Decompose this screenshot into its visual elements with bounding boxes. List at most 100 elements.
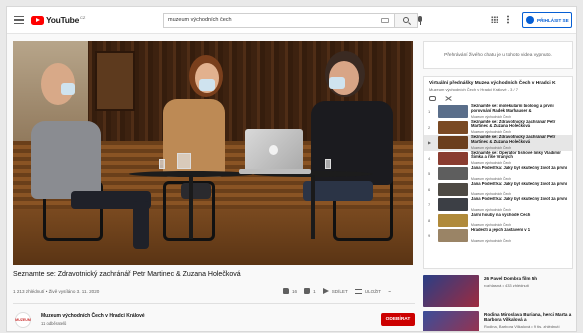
playlist-item-thumbnail (438, 198, 468, 211)
search-button[interactable] (395, 13, 418, 28)
playlist-item[interactable]: 6 Jana Podešťka: Jaký byl skutečný život … (424, 182, 572, 198)
video-mask-left (61, 83, 75, 95)
share-label: SDÍLET (331, 288, 348, 294)
youtube-logo[interactable]: YouTube CZ (31, 15, 85, 25)
browser-frame: YouTube CZ muzeum východních čech PŘIHLÁ… (6, 6, 577, 332)
playlist-item-channel: Muzeum východních Čech (471, 207, 511, 212)
apps-grid-icon[interactable] (491, 16, 498, 23)
playlist-item-thumbnail (438, 167, 468, 180)
playlist-item-thumbnail (438, 151, 468, 165)
playlist-item-thumbnail (438, 229, 468, 242)
more-actions-button[interactable]: ... (388, 288, 391, 294)
microphone-icon[interactable] (418, 16, 422, 25)
video-title: Seznamte se: Zdravotnický zachránář Petr… (13, 271, 241, 278)
playlist-item-channel: Muzeum východních Čech (471, 223, 511, 227)
playlist-add-icon (354, 288, 362, 294)
recommended-meta: Rodina, Barbora Vilkalová • 9 tis. zhléd… (484, 324, 560, 329)
playlist-item[interactable]: 7 Jana Podešťka: Jaký byl skutečný život … (424, 197, 572, 213)
recommended-video[interactable]: Rodina Miroslava Buriana, herci Marta a … (423, 311, 573, 331)
save-button[interactable]: ULOŽIT (354, 288, 382, 294)
divider (13, 303, 415, 304)
like-count: 16 (292, 288, 298, 294)
playlist-item-title: Jana Podešťka: Jaký byl skutečný život z… (471, 181, 568, 186)
playlist-item[interactable]: 5 Jana Podešťka: Jaký byl skutečný život … (424, 166, 572, 182)
dislike-count: 1 (313, 288, 316, 294)
playlist-item-title: Jana Podešťka: Jaký byl skutečný život z… (471, 166, 568, 170)
logo-country: CZ (80, 15, 86, 20)
keyboard-icon[interactable] (381, 18, 389, 23)
playlist-title[interactable]: Virtuální přednášky Muzea východních Čec… (429, 81, 567, 86)
playlist-item-thumbnail (438, 120, 468, 134)
live-chat-disabled-box: Přehrávání živého chatu je u tohoto vide… (423, 41, 573, 69)
youtube-play-icon (31, 15, 44, 25)
video-person-middle-torso (163, 99, 225, 177)
playlist-item-thumbnail (438, 182, 468, 196)
playlist-item-channel: Muzeum východních Čech (471, 161, 511, 165)
video-meta: 1 213 zhlédnutí • Živě vysíláno 3. 11. 2… (13, 289, 100, 294)
playlist-item-title: Seznamte se: molekulární bioloog a první… (471, 104, 554, 113)
channel-avatar-text: MUZEUM (15, 318, 31, 322)
subscribe-button[interactable]: ODEBÍRAT (381, 313, 415, 326)
video-background-panel (95, 51, 135, 111)
playlist-subtitle: Muzeum východních Čech v Hradci Králové … (429, 87, 518, 92)
playlist-item-title: Seznamte se: Zdravotnický zachránář Petr… (471, 119, 556, 129)
playlist-item-index: 5 (428, 171, 431, 176)
share-icon (322, 288, 329, 294)
save-label: ULOŽIT (364, 288, 382, 294)
shuffle-icon[interactable] (445, 96, 452, 101)
playlist-panel: Virtuální přednášky Muzea východních Čec… (423, 76, 573, 269)
video-player[interactable] (13, 41, 413, 265)
video-person-left-torso (31, 121, 101, 199)
playlist-item[interactable]: 4 Seznamte se: Operátor tísňové linky Vla… (424, 151, 572, 167)
playlist-item-channel: Muzeum východních Čech (471, 176, 511, 181)
video-table-right-leg (311, 175, 315, 239)
sign-in-button[interactable]: PŘIHLÁSIT SE (522, 12, 572, 28)
playlist-controls (424, 94, 572, 104)
recommended-title: 26 Pavel Dombra film 5h (484, 276, 538, 281)
playlist-item-title: Seznamte se: Operátor tísňové linky Vlad… (471, 150, 561, 160)
more-horizontal-icon: ... (388, 288, 391, 294)
playlist-item-index: 9 (428, 233, 431, 238)
like-button[interactable]: 16 (283, 288, 297, 294)
playlist-item-channel: Muzeum východních Čech (471, 192, 511, 196)
playlist-item[interactable]: 8 Jarní houby na východě Čech Muzeum výcho… (424, 213, 572, 229)
playlist-item-channel: Muzeum východních Čech (471, 114, 511, 119)
share-button[interactable]: SDÍLET (322, 288, 348, 294)
dislike-button[interactable]: 1 (304, 288, 316, 294)
playlist-item[interactable]: 1 Seznamte se: molekulární bioloog a prvn… (424, 104, 572, 120)
loop-icon[interactable] (429, 96, 436, 101)
video-table-left-leg (189, 175, 193, 239)
menu-icon[interactable] (14, 16, 24, 25)
playlist-item[interactable]: ▶ Seznamte se: Zdravotnický zachránář Pet… (424, 135, 572, 151)
account-icon (526, 16, 534, 24)
playlist-item-thumbnail (438, 105, 468, 118)
thumb-down-icon (304, 288, 311, 294)
playlist-item-channel: Muzeum východních Čech (471, 130, 511, 134)
playlist-item-index: 8 (428, 217, 431, 223)
thumb-up-icon (283, 288, 289, 294)
search-input[interactable]: muzeum východních čech (163, 13, 395, 28)
channel-avatar[interactable]: MUZEUM (15, 312, 31, 328)
video-mask-middle (199, 79, 215, 91)
playlist-item[interactable]: 2 Seznamte se: Zdravotnický zachránář Pet… (424, 120, 572, 136)
chat-disabled-message: Přehrávání živého chatu je u tohoto vide… (444, 52, 552, 58)
playlist-items: 1 Seznamte se: molekulární bioloog a prvn… (424, 104, 572, 244)
video-carafe (177, 153, 191, 169)
playlist-item-title: Jana Podešťka: Jaký byl skutečný život z… (471, 197, 568, 201)
sign-in-label: PŘIHLÁSIT SE (537, 17, 569, 23)
playlist-item-channel: Muzeum východních Čech (471, 238, 511, 243)
video-actions: 16 1 SDÍLET ULOŽIT ... (283, 288, 397, 294)
video-mask-right (329, 77, 345, 89)
recommended-video[interactable]: 26 Pavel Dombra film 5h rozhlasná • 433 z… (423, 275, 573, 307)
more-vertical-icon[interactable] (507, 15, 509, 24)
playlist-item-index: 2 (428, 124, 431, 130)
playlist-item-thumbnail (438, 213, 468, 227)
video-person-middle-leg (181, 183, 211, 199)
video-glass-2 (325, 159, 331, 169)
channel-name[interactable]: Muzeum východních Čech v Hradci Králové (41, 313, 145, 319)
playlist-item-index: ▶ (428, 140, 432, 145)
playlist-item-title: Jarní houby na východě Čech (471, 212, 531, 217)
recommended-meta: rozhlasná • 433 zhlédnutí (484, 283, 529, 288)
playlist-item-index: 7 (428, 202, 431, 207)
playlist-item[interactable]: 9 Hradečtí a jejich zastavení v 1 Muzeum v… (424, 228, 572, 244)
